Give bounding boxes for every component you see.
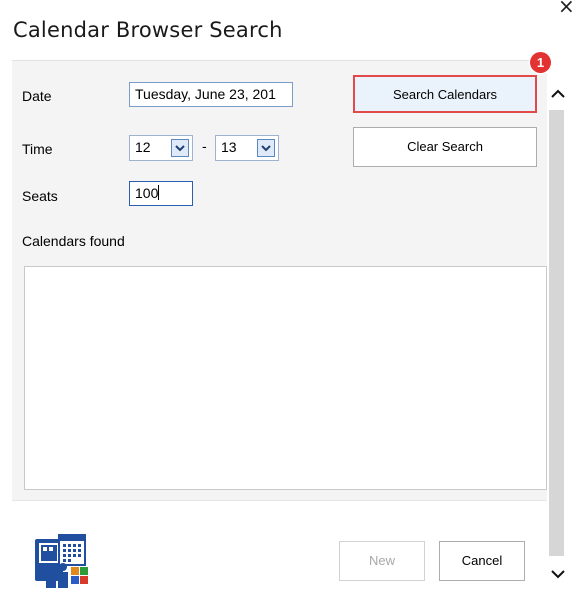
chevron-down-icon[interactable] <box>551 566 565 584</box>
time-from-value: 12 <box>135 139 151 155</box>
seats-field[interactable]: 100 <box>129 181 193 206</box>
chevron-down-icon[interactable] <box>257 139 275 157</box>
calendar-browser-search-dialog: Calendar Browser Search × Date Tuesday, … <box>0 0 576 597</box>
calendars-found-label: Calendars found <box>22 233 125 249</box>
calendars-found-list[interactable] <box>24 266 547 490</box>
time-from-select[interactable]: 12 <box>129 135 193 161</box>
text-cursor <box>158 185 160 200</box>
seats-value: 100 <box>135 185 159 201</box>
calendar-people-logo <box>33 533 91 596</box>
search-calendars-button[interactable]: Search Calendars <box>353 75 537 113</box>
time-label: Time <box>22 141 53 157</box>
date-label: Date <box>22 88 52 104</box>
dialog-title: Calendar Browser Search <box>13 18 283 42</box>
chevron-down-icon[interactable] <box>171 139 189 157</box>
time-to-value: 13 <box>221 139 237 155</box>
cancel-button[interactable]: Cancel <box>439 541 525 581</box>
time-separator: - <box>202 138 207 154</box>
seats-label: Seats <box>22 188 58 204</box>
step-badge: 1 <box>530 52 551 73</box>
chevron-up-icon[interactable] <box>551 86 565 104</box>
time-to-select[interactable]: 13 <box>215 135 279 161</box>
close-button[interactable]: × <box>558 0 575 16</box>
scrollbar-thumb[interactable] <box>549 110 564 556</box>
new-button[interactable]: New <box>339 541 425 581</box>
date-field[interactable]: Tuesday, June 23, 201 <box>129 82 293 107</box>
clear-search-button[interactable]: Clear Search <box>353 127 537 167</box>
